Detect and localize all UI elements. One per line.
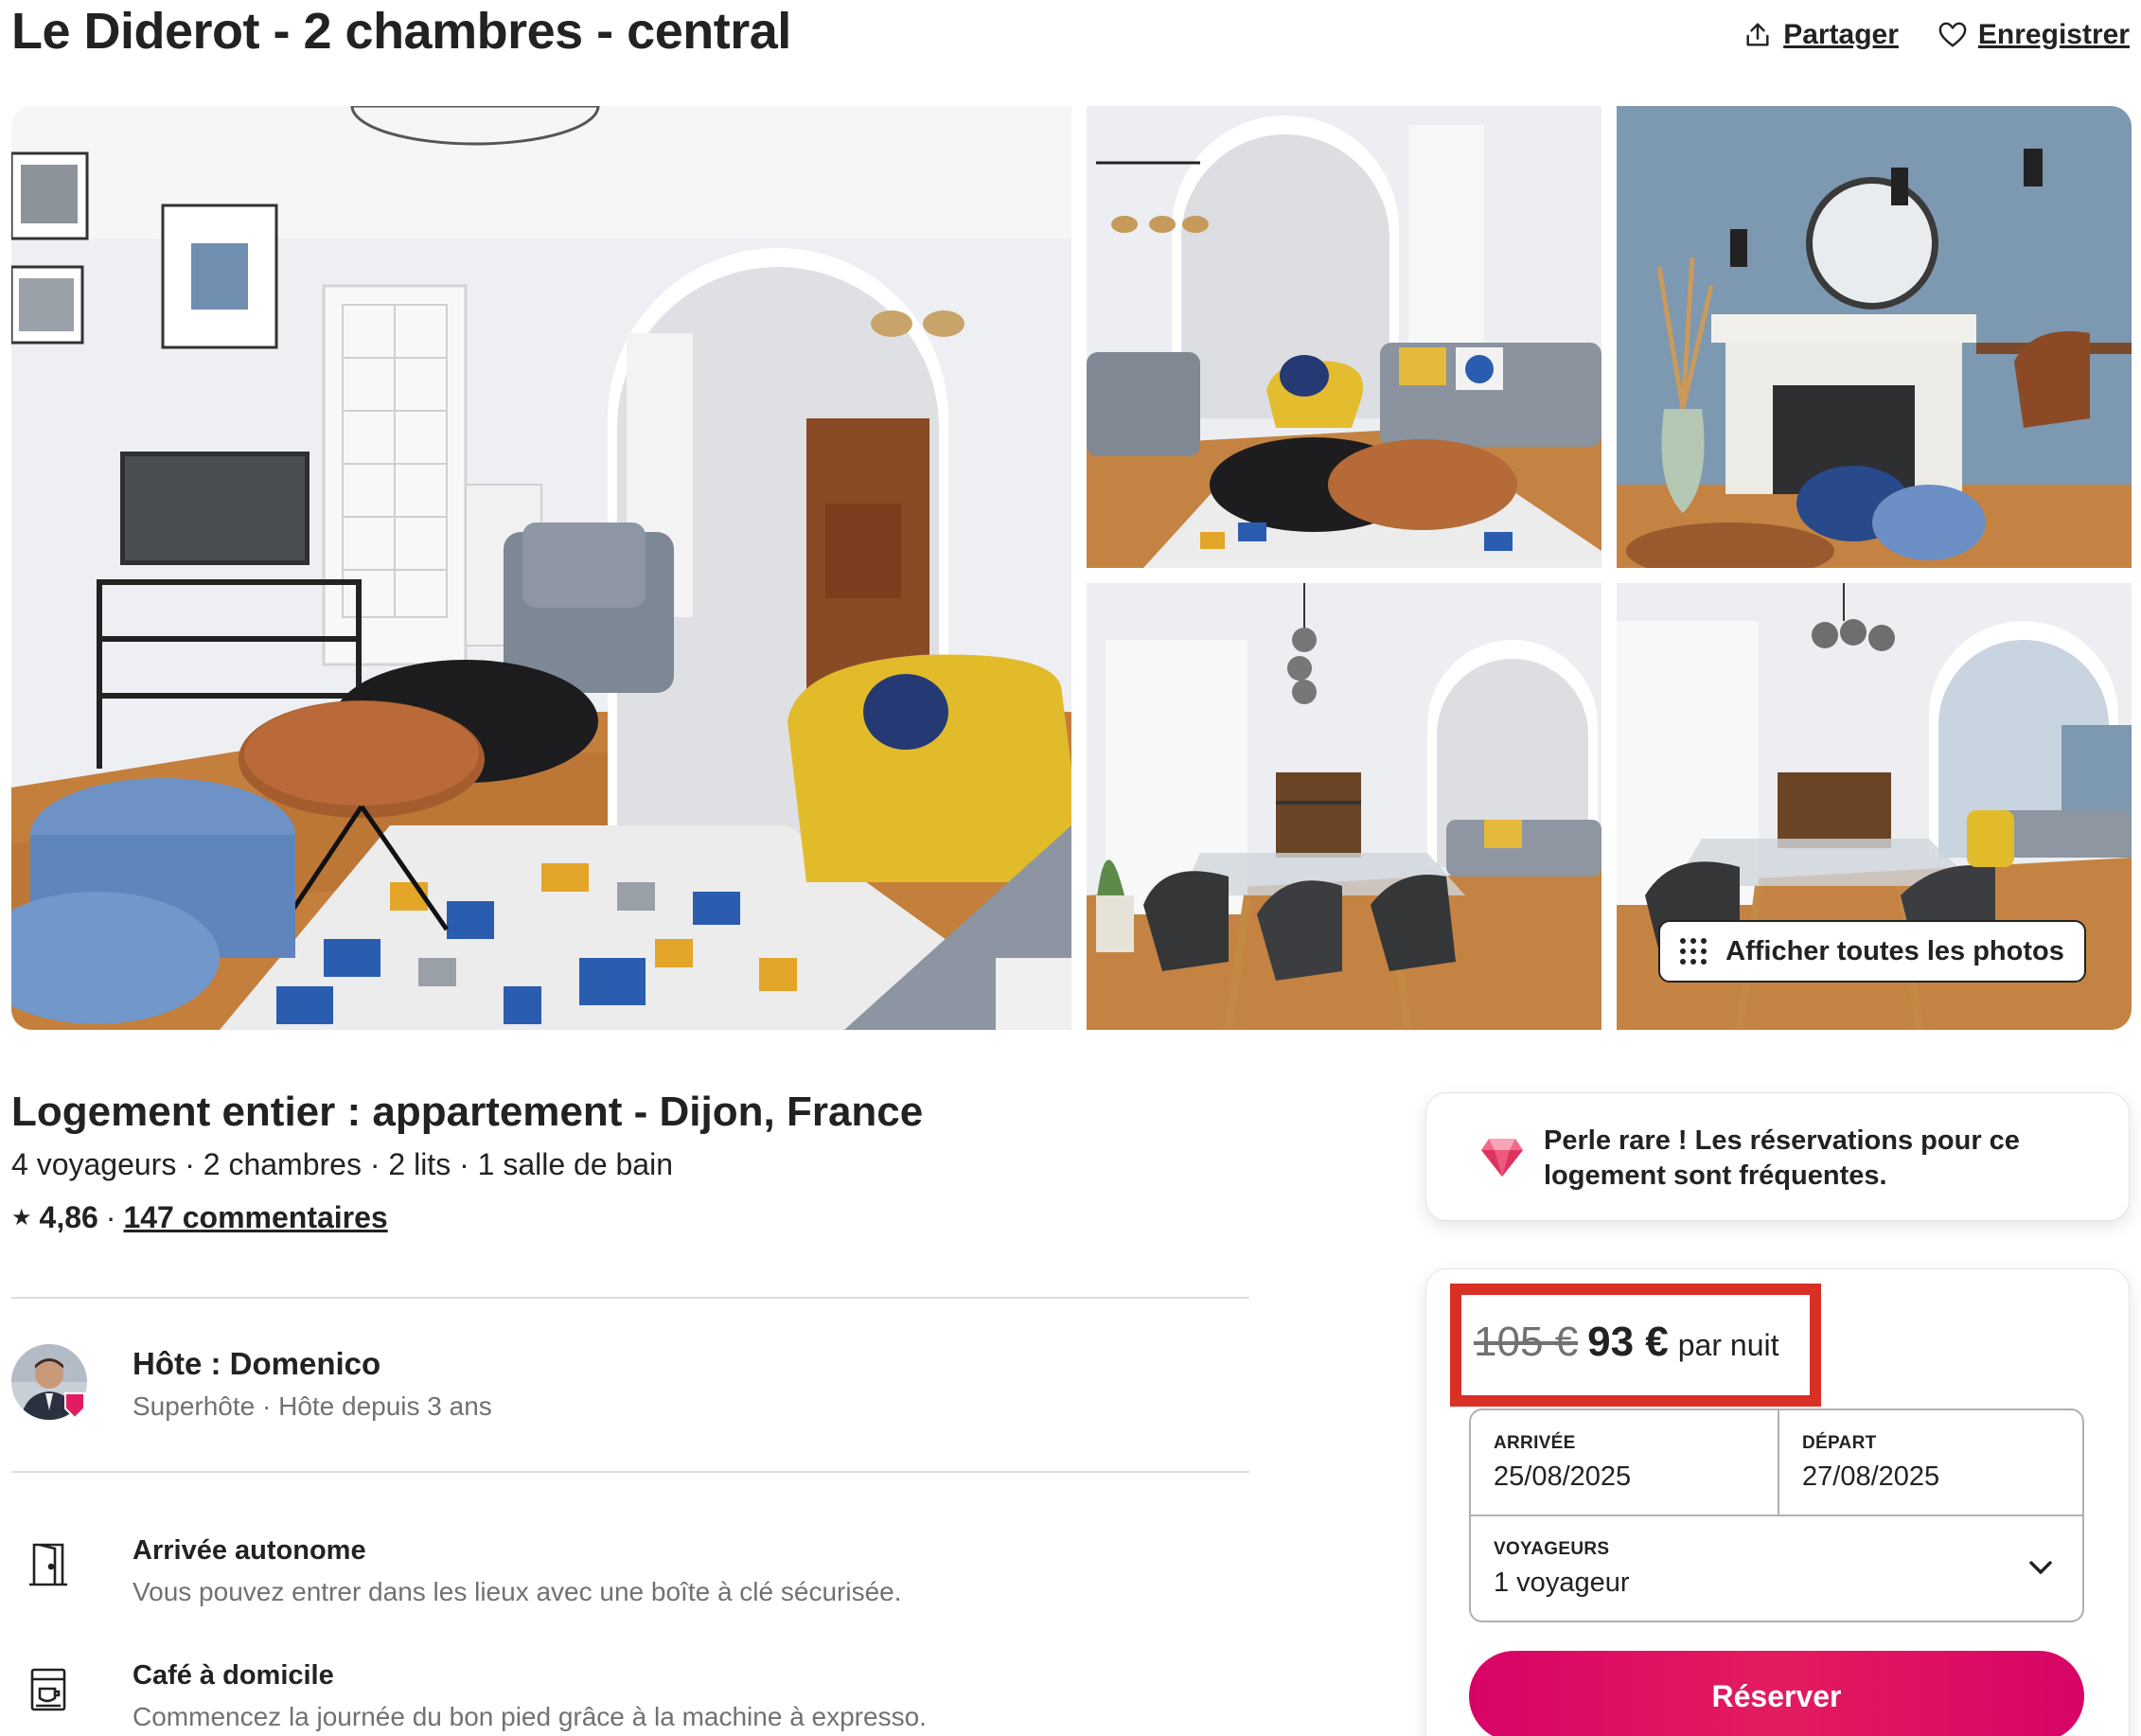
- share-label: Partager: [1783, 19, 1899, 50]
- booking-fields: ARRIVÉE 25/08/2025 DÉPART 27/08/2025 VOY…: [1469, 1408, 2084, 1622]
- host-subtitle: Superhôte · Hôte depuis 3 ans: [133, 1391, 492, 1421]
- heart-icon: [1938, 22, 1967, 47]
- feature-description: Vous pouvez entrer dans les lieux avec u…: [133, 1577, 902, 1606]
- checkin-label: ARRIVÉE: [1494, 1433, 1576, 1453]
- feature-coffee: Café à domicile Commencez la journée du …: [11, 1660, 1053, 1736]
- listing-type-location: Logement entier : appartement - Dijon, F…: [11, 1089, 924, 1135]
- rare-find-text: Perle rare ! Les réservations pour ce lo…: [1544, 1125, 2020, 1191]
- reviews-link[interactable]: 147 commentaires: [123, 1200, 387, 1235]
- top-actions: Partager Enregistrer: [1743, 19, 2130, 51]
- chevron-down-icon[interactable]: [2026, 1552, 2056, 1583]
- main-photo[interactable]: [11, 106, 1071, 1030]
- share-icon: [1746, 23, 1769, 46]
- door-icon: [29, 1543, 67, 1586]
- host-name: Hôte : Domenico: [133, 1346, 381, 1381]
- feature-self-checkin: Arrivée autonome Vous pouvez entrer dans…: [11, 1535, 1053, 1621]
- checkout-label: DÉPART: [1802, 1433, 1877, 1453]
- guests-label: VOYAGEURS: [1494, 1539, 1610, 1559]
- gem-icon: [1481, 1139, 1523, 1177]
- divider: [11, 1297, 1249, 1299]
- photo-fireplace[interactable]: [1617, 106, 2132, 568]
- rare-find-card: Perle rare ! Les réservations pour ce lo…: [1425, 1092, 2130, 1221]
- feature-description: Commencez la journée du bon pied grâce à…: [133, 1702, 927, 1731]
- guests-value: 1 voyageur: [1494, 1568, 1630, 1598]
- show-all-photos-label: Afficher toutes les photos: [1725, 935, 2064, 966]
- save-label: Enregistrer: [1977, 19, 2130, 50]
- photo-gallery: [11, 106, 2132, 1030]
- coffee-machine-icon: [30, 1668, 66, 1711]
- checkout-field[interactable]: DÉPART 27/08/2025: [1779, 1410, 2084, 1515]
- show-all-photos-button[interactable]: Afficher toutes les photos: [1658, 920, 2086, 983]
- star-icon: ★: [11, 1205, 32, 1231]
- guests-field[interactable]: VOYAGEURS 1 voyageur: [1471, 1516, 2082, 1621]
- reserve-button[interactable]: Réserver: [1469, 1651, 2084, 1736]
- share-button[interactable]: Partager: [1743, 19, 1899, 51]
- save-button[interactable]: Enregistrer: [1938, 19, 2130, 51]
- rating-separator: ·: [105, 1200, 116, 1234]
- photo-dining-room[interactable]: [1087, 583, 1601, 1030]
- feature-title: Café à domicile: [133, 1660, 334, 1691]
- superhost-badge-icon: [64, 1392, 85, 1420]
- listing-details: 4 voyageurs · 2 chambres · 2 lits · 1 sa…: [11, 1147, 673, 1181]
- rating-score: 4,86: [39, 1200, 98, 1234]
- checkin-field[interactable]: ARRIVÉE 25/08/2025: [1471, 1410, 1778, 1515]
- divider: [11, 1471, 1249, 1473]
- checkout-value: 27/08/2025: [1802, 1461, 1940, 1492]
- listing-title: Le Diderot - 2 chambres - central: [11, 3, 791, 60]
- price-highlight-box: [1450, 1284, 1821, 1407]
- grid-dots-icon: [1680, 938, 1707, 965]
- feature-title: Arrivée autonome: [133, 1535, 366, 1566]
- checkin-value: 25/08/2025: [1494, 1461, 1632, 1492]
- rating-row: ★ 4,86 · 147 commentaires: [11, 1200, 388, 1235]
- photo-living-room[interactable]: [1087, 106, 1601, 568]
